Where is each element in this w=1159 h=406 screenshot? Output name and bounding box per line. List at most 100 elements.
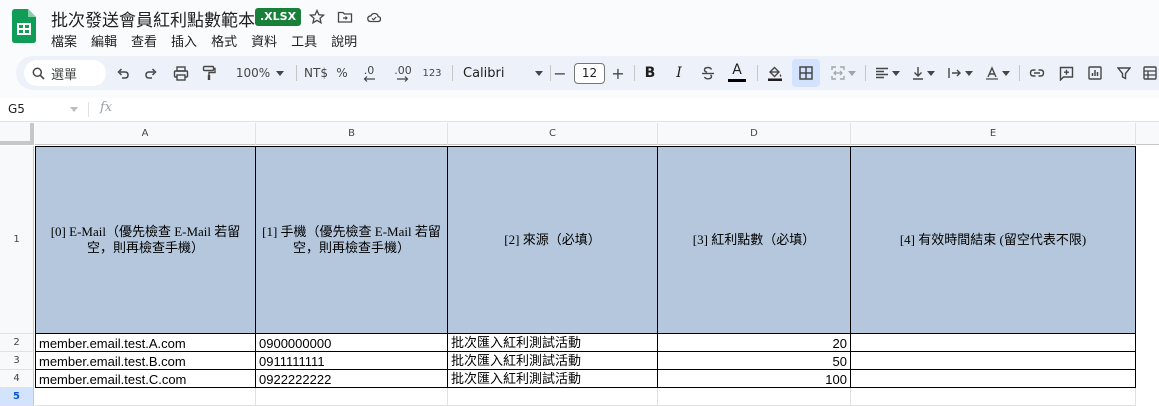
star-icon[interactable] [309,9,325,25]
table-cell-source[interactable]: 批次匯入紅利測試活動 [448,334,658,352]
arrow-left-icon [363,75,375,82]
table-cell-source[interactable]: 批次匯入紅利測試活動 [448,352,658,370]
column-header-e[interactable]: E [851,123,1136,145]
menu-view[interactable]: 查看 [131,31,157,50]
text-color-letter: A [732,62,742,78]
table-cell-source[interactable]: 批次匯入紅利測試活動 [448,370,658,388]
increase-decimal-button[interactable]: .00 [390,56,416,90]
menu-edit[interactable]: 編輯 [91,31,117,50]
horizontal-align-button[interactable] [873,56,901,90]
redo-button[interactable] [142,56,160,90]
table-cell-points[interactable]: 100 [658,370,851,388]
paint-format-button[interactable] [200,56,218,90]
table-cell-empty[interactable] [851,388,1136,406]
font-size-decrease-button[interactable]: − [553,56,567,90]
column-header-b[interactable]: B [256,123,448,145]
header-cell-points[interactable]: [3] 紅利點數（必填） [658,146,851,334]
fx-icon: fx [100,100,113,115]
cloud-saved-icon[interactable] [366,9,382,25]
undo-button[interactable] [114,56,132,90]
filter-button[interactable] [1114,56,1134,90]
header-cell-source[interactable]: [2] 來源（必填） [448,146,658,334]
insert-comment-button[interactable] [1056,56,1076,90]
chart-icon [1088,66,1102,80]
font-size-input[interactable]: 12 [574,63,605,84]
row-header-3[interactable]: 3 [0,352,34,370]
row-header-1[interactable]: 1 [0,146,34,334]
table-cell-empty[interactable] [658,388,851,406]
table-cell-empty[interactable] [448,388,658,406]
table-cell-email[interactable]: member.email.test.C.com [35,370,256,388]
zoom-select[interactable]: 100% [232,56,288,90]
more-formats-button[interactable]: 123 [420,56,444,90]
percent-format-button[interactable]: % [334,56,350,90]
text-color-button[interactable]: A [727,56,747,90]
font-family-select[interactable]: Calibri [463,56,543,90]
text-rotation-button[interactable] [982,56,1012,90]
header-cell-expiry[interactable]: [4] 有效時間結束 (留空代表不限) [851,146,1136,334]
table-cell-empty[interactable] [35,388,256,406]
table-cell-phone[interactable]: 0911111111 [256,352,448,370]
column-header-a[interactable]: A [35,123,256,145]
column-header-c[interactable]: C [448,123,658,145]
menu-format[interactable]: 格式 [211,31,237,50]
sheets-logo-icon[interactable] [12,9,36,43]
chevron-down-icon [1001,70,1010,76]
move-folder-icon[interactable] [337,9,353,25]
menu-data[interactable]: 資料 [251,31,277,50]
paint-bucket-icon [768,66,782,81]
table-cell-email[interactable]: member.email.test.A.com [35,334,256,352]
title-bar: 批次發送會員紅利點數範本 .XLSX 檔案 編輯 查看 插入 格式 資料 工具 … [0,0,1159,54]
menu-insert[interactable]: 插入 [171,31,197,50]
menu-file[interactable]: 檔案 [51,31,77,50]
table-cell-expiry[interactable] [851,352,1136,370]
row-header-2[interactable]: 2 [0,334,34,352]
vertical-align-button[interactable] [909,56,937,90]
search-menus-button[interactable]: 選單 [24,60,106,86]
row-header-4[interactable]: 4 [0,370,34,388]
currency-format-button[interactable]: NT$ [303,56,329,90]
table-cell-expiry[interactable] [851,334,1136,352]
table-cell-empty[interactable] [256,388,448,406]
decrease-decimal-button[interactable]: .0 [358,56,380,90]
header-cell-phone[interactable]: [1] 手機（優先檢查 E-Mail 若留空，則再檢查手機） [256,146,448,334]
increase-decimal-label: .00 [394,63,412,77]
insert-chart-button[interactable] [1085,56,1105,90]
font-size-increase-button[interactable]: + [610,56,626,90]
spreadsheet-grid: A B C D E 1 2 3 4 5 [0] E-Mail（優先檢查 E-Ma… [0,123,1159,406]
table-cell-email[interactable]: member.email.test.B.com [35,352,256,370]
text-wrapping-button[interactable] [945,56,975,90]
name-box[interactable]: G5 [8,102,25,116]
column-header-f[interactable] [1136,123,1159,145]
formula-input[interactable] [124,100,1144,119]
chevron-down-icon [276,70,285,76]
menu-help[interactable]: 說明 [331,31,357,50]
table-cell-expiry[interactable] [851,370,1136,388]
italic-button[interactable]: I [671,56,687,90]
borders-button[interactable] [796,56,816,90]
bold-button[interactable]: B [642,56,658,90]
search-icon [32,67,45,80]
strikethrough-button[interactable] [699,56,717,90]
header-cell-email[interactable]: [0] E-Mail（優先檢查 E-Mail 若留空，則再檢查手機） [35,146,256,334]
toolbar-divider [452,65,453,81]
table-cell-phone[interactable]: 0922222222 [256,370,448,388]
fill-color-button[interactable] [766,56,784,90]
chevron-down-icon [847,70,856,76]
insert-link-button[interactable] [1027,56,1047,90]
chevron-down-icon [535,70,543,76]
merge-cells-button[interactable] [826,56,860,90]
column-header-d[interactable]: D [658,123,851,145]
toolbar-divider [550,65,551,81]
table-cell-phone[interactable]: 0900000000 [256,334,448,352]
row-header-5[interactable]: 5 [0,388,34,406]
chevron-down-icon[interactable] [70,107,78,112]
table-cell-points[interactable]: 50 [658,352,851,370]
select-all-corner[interactable] [0,123,34,145]
print-button[interactable] [171,56,191,90]
document-title[interactable]: 批次發送會員紅利點數範本 [51,6,255,31]
table-cell-points[interactable]: 20 [658,334,851,352]
filter-views-button[interactable] [1140,56,1159,90]
chevron-down-icon [891,70,900,76]
menu-tools[interactable]: 工具 [291,31,317,50]
